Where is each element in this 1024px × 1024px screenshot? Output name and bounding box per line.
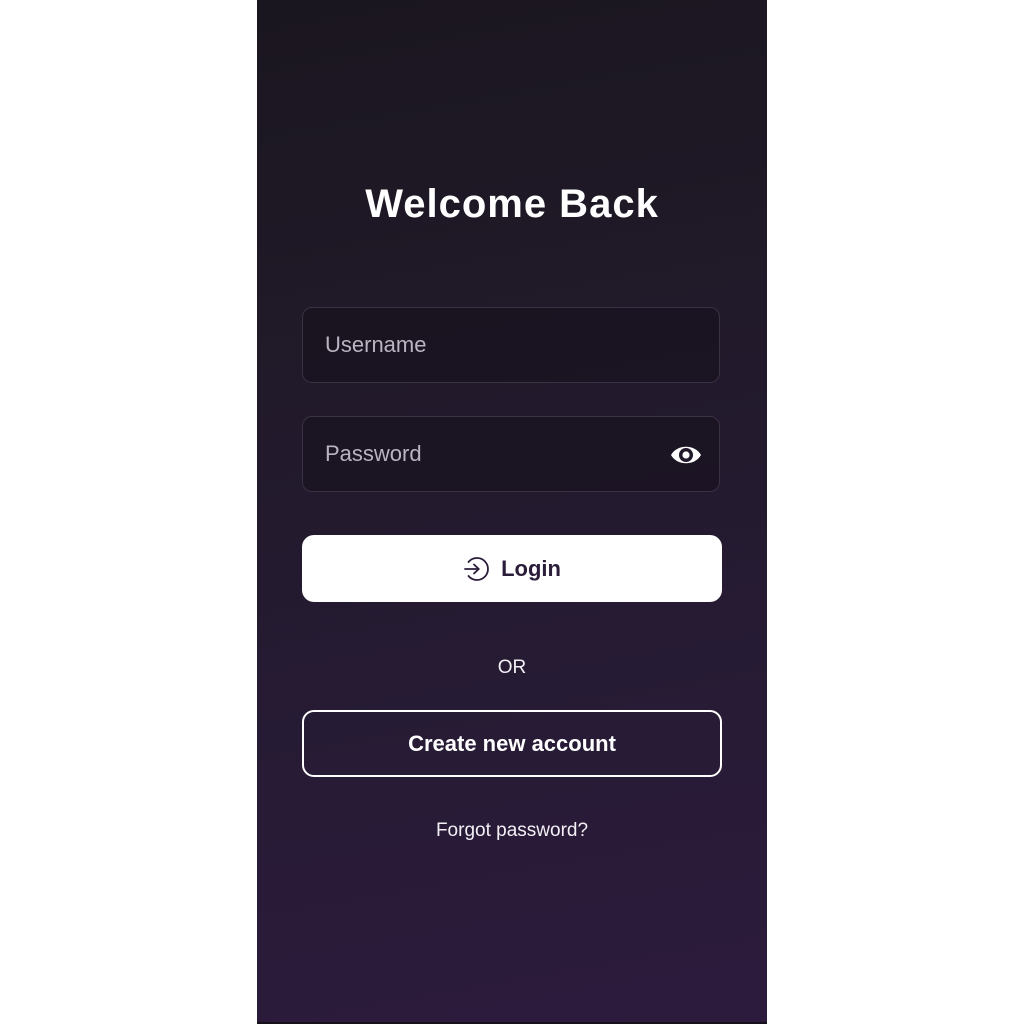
login-arrow-icon [463, 556, 489, 582]
password-input[interactable] [303, 417, 719, 491]
eye-icon[interactable] [669, 441, 703, 469]
login-button-label: Login [501, 555, 561, 581]
login-button[interactable]: Login [302, 535, 722, 602]
create-account-button[interactable]: Create new account [302, 710, 722, 777]
forgot-password-link[interactable]: Forgot password? [257, 820, 767, 842]
page-background: Welcome Back Login [0, 0, 1024, 1024]
username-input[interactable] [303, 308, 719, 382]
page-title: Welcome Back [365, 182, 659, 226]
or-divider: OR [497, 657, 527, 678]
username-field-container [302, 307, 720, 383]
password-field-container [302, 416, 720, 492]
login-screen: Welcome Back Login [257, 0, 767, 1024]
